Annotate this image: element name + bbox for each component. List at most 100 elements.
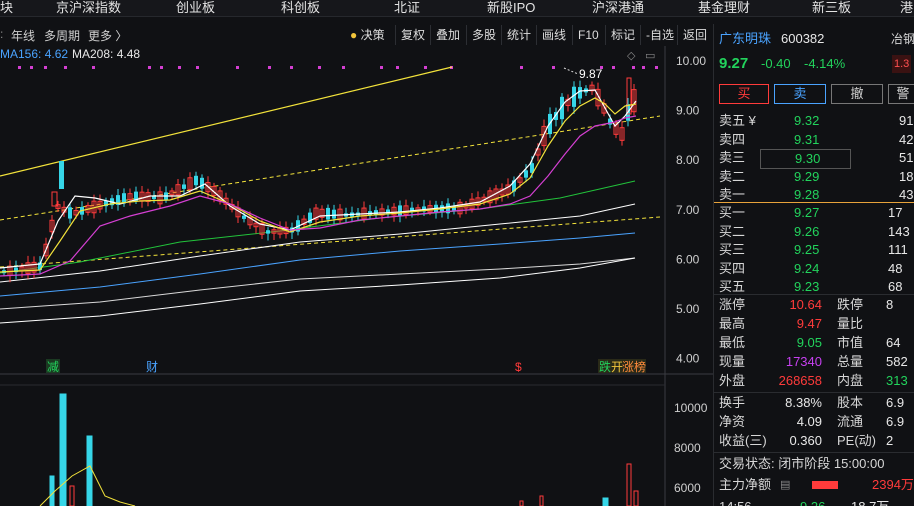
related-stock-name[interactable]: 冶钢	[891, 30, 914, 48]
stat-label-2: 内盘	[837, 373, 864, 388]
more-button[interactable]: 更多 〉	[88, 27, 127, 44]
signal-dot	[396, 66, 399, 69]
stock-name[interactable]: 广东明珠	[719, 30, 771, 48]
collapse-icon[interactable]: ▭	[645, 50, 655, 62]
fund-value-2: 2	[886, 433, 894, 448]
fund-label-2: 股本	[837, 395, 864, 410]
signal-dot	[18, 66, 21, 69]
bid-row: 买四 9.24 48	[714, 260, 914, 278]
back-button[interactable]: 返回	[677, 25, 712, 45]
remove-watchlist-button[interactable]: -自选	[640, 25, 679, 45]
nav-item-bse[interactable]: 北证	[394, 0, 420, 16]
bid-level-label: 买二	[719, 223, 746, 239]
bid-row: 买一 9.27 17	[714, 204, 914, 222]
tick-price: 9.26	[800, 498, 825, 506]
nav-item-neeq[interactable]: 新三板	[812, 0, 851, 16]
trendline-middle	[0, 115, 661, 221]
signal-dot	[92, 66, 95, 69]
candle-body	[122, 193, 126, 204]
top-navigation: 块 京沪深指数 创业板 科创板 北证 新股IPO 沪深港通 基金理财 新三板 港	[0, 0, 914, 17]
fund-label: 净资	[719, 414, 746, 429]
candle-body	[266, 230, 270, 234]
nav-item-ipo[interactable]: 新股IPO	[487, 0, 535, 16]
price-change: -0.40	[761, 56, 791, 71]
stat-row: 最高 9.47 量比	[714, 315, 914, 333]
nav-item-star[interactable]: 科创板	[281, 0, 320, 16]
event-marker-limitup[interactable]: 涨榜	[622, 359, 646, 374]
decision-button[interactable]: ● 决策	[345, 25, 390, 45]
last-price: 9.27	[719, 55, 749, 72]
nav-item-connect[interactable]: 沪深港通	[592, 0, 644, 16]
stat-row: 现量 17340 总量 582	[714, 353, 914, 371]
mark-button[interactable]: 标记	[605, 25, 640, 45]
peak-price-label: 9.87	[579, 67, 603, 81]
bid-volume: 17	[888, 205, 903, 220]
multi-stock-button[interactable]: 多股	[466, 25, 501, 45]
price-tick-label: 9.00	[676, 104, 700, 118]
fund-value: 4.09	[796, 414, 822, 429]
info-icon[interactable]: ▤	[780, 476, 790, 494]
candle-body	[182, 184, 186, 189]
ask-row: 卖五 ¥ 9.32 91	[714, 112, 914, 130]
drawing-button[interactable]: 画线	[536, 25, 571, 45]
candle-body	[68, 207, 72, 219]
event-marker-dollar[interactable]: $	[515, 360, 522, 374]
event-marker-drop[interactable]: 跌	[599, 359, 611, 374]
long-ma-line	[0, 257, 636, 310]
ask-volume: 18	[899, 168, 914, 184]
tick-time: 14:56	[719, 498, 752, 506]
related-stock-value: 1.3	[892, 55, 912, 73]
nav-item-hk[interactable]: 港	[900, 0, 913, 16]
chart-toolbar: : 年线 多周期 更多 〉 ● 决策 复权 叠加 多股 统计 画线 F10 标记…	[0, 24, 714, 46]
kline-chart[interactable]: MA156: 4.62 MA208: 4.48 ◇ ▭ 9.87 10.00 9.…	[0, 46, 714, 506]
sell-button[interactable]: 卖	[774, 84, 826, 104]
buy-button[interactable]: 买	[719, 84, 769, 104]
kline-chart-svg[interactable]: MA156: 4.62 MA208: 4.48 ◇ ▭ 9.87 10.00 9.…	[0, 46, 714, 506]
stat-label: 外盘	[719, 373, 746, 388]
f10-button[interactable]: F10	[572, 25, 604, 45]
long-moving-averages	[0, 180, 636, 324]
long-ma-line	[0, 180, 636, 274]
event-marker-finance[interactable]: 财	[146, 360, 158, 374]
signal-dot	[178, 66, 181, 69]
volume-bar	[86, 435, 93, 506]
stat-row: 最低 9.05 市值 64	[714, 334, 914, 352]
stat-value: 9.47	[796, 316, 822, 331]
candle-body	[578, 87, 582, 99]
ma156-legend: MA156: 4.62	[0, 47, 68, 61]
stat-label-2: 市值	[837, 335, 864, 350]
price-tick-label: 5.00	[676, 302, 700, 316]
ask-level-label: 卖二	[719, 168, 746, 184]
period-year-button[interactable]: 年线	[11, 27, 35, 44]
main-flow-bar	[812, 481, 838, 489]
cancel-order-button[interactable]: 撤	[831, 84, 883, 104]
overlay-button[interactable]: 叠加	[430, 25, 465, 45]
signal-dot	[30, 66, 33, 69]
stat-label: 现量	[719, 354, 746, 369]
signal-dot	[196, 66, 199, 69]
bid-row: 买二 9.26 143	[714, 223, 914, 241]
nav-item-funds[interactable]: 基金理财	[698, 0, 750, 16]
nav-item-indices[interactable]: 京沪深指数	[56, 0, 121, 16]
fund-value-2: 6.9	[886, 395, 905, 410]
trade-status: 交易状态: 闭市阶段 15:00:00	[719, 456, 885, 471]
ask-row: 卖三 9.30 51	[714, 149, 914, 169]
dropdown-caret[interactable]: :	[0, 27, 3, 41]
adjust-button[interactable]: 复权	[395, 25, 430, 45]
bid-price: 9.26	[794, 223, 820, 239]
alert-button[interactable]: 警	[888, 84, 914, 104]
signal-dot	[612, 66, 615, 69]
statistics-button[interactable]: 统计	[501, 25, 536, 45]
tick-volume: 18.7万	[851, 498, 889, 506]
price-change-pct: -4.14%	[804, 56, 846, 71]
ask-level-label: 卖三	[719, 150, 746, 165]
bid-price: 9.23	[794, 279, 820, 294]
diamond-icon[interactable]: ◇	[627, 50, 636, 62]
multi-period-button[interactable]: 多周期	[44, 27, 80, 44]
event-marker-reduce[interactable]: 减	[47, 360, 59, 374]
nav-item-chinext[interactable]: 创业板	[176, 0, 215, 16]
bid-level-label: 买五	[719, 279, 746, 294]
ma208-legend: MA208: 4.48	[72, 47, 140, 61]
bid-price: 9.27	[794, 205, 820, 220]
nav-item-blocks[interactable]: 块	[0, 0, 13, 16]
